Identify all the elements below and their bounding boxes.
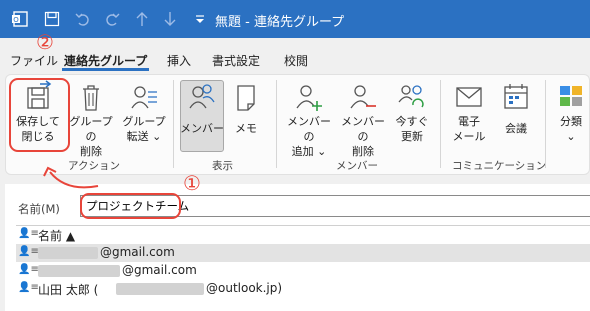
remove-member-label-1: メンバーの [341,115,385,143]
categorize-label-1: 分類 [560,115,582,128]
member-row[interactable]: 👤≡ @gmail.com [16,262,590,280]
member-row[interactable]: 👤≡ 山田 太郎 ( @outlook.jp) [16,280,590,298]
delete-group-label-1: グループの [69,115,113,143]
ribbon-separator [545,80,546,168]
member-row[interactable]: 👤≡ @gmail.com [16,244,590,262]
members-label: メンバー [180,122,224,135]
mail-icon [456,87,482,107]
meeting-label: 会議 [505,122,527,135]
update-now-icon [398,85,424,108]
contact-card-icon: 👤≡ [18,228,39,239]
add-member-label-2: 追加 ⌄ [291,145,327,158]
member-list-header[interactable]: 👤≡ 名前 ▲ [16,225,590,245]
ribbon-separator [173,80,174,168]
menu-review[interactable]: 校閲 [284,52,308,69]
member-email-redacted [116,283,204,295]
remove-member-label-2: 削除 [352,145,374,158]
add-member-icon [296,85,322,111]
forward-group-label-1: グループ [122,115,166,128]
meeting-button[interactable]: 会議 [494,80,538,136]
outlook-icon[interactable]: O [10,9,30,29]
remove-member-icon [350,85,376,109]
delete-group-button[interactable]: グループの 削除 [64,80,118,159]
group-label-view: 表示 [212,160,233,172]
update-now-button[interactable]: 今すぐ 更新 [390,80,434,144]
members-button[interactable]: メンバー [180,80,224,136]
menu-contact-group[interactable]: 連絡先グループ [64,52,147,69]
email-label-1: 電子 [458,115,480,128]
title-bar: O 無題 - 連絡先グループ [0,0,590,38]
member-email-redacted [38,247,98,259]
delete-group-label-2: 削除 [80,145,102,158]
annotation-arrow [43,166,99,189]
add-member-button[interactable]: メンバーの 追加 ⌄ [282,80,336,159]
window-title: 無題 - 連絡先グループ [215,15,345,30]
member-name: 山田 太郎 ( [38,283,99,297]
contact-icon: 👤≡ [18,246,39,257]
member-email-suffix: @outlook.jp) [206,281,283,295]
menu-file[interactable]: ファイル [10,52,58,69]
save-icon[interactable] [42,9,62,29]
active-tab-indicator [62,68,149,71]
name-label: 名前(M) [18,202,60,216]
ribbon-separator [276,80,277,168]
annotation-box-save-close [9,78,70,152]
arrow-up-icon[interactable] [132,9,152,29]
member-email-suffix: @gmail.com [100,245,175,259]
email-button[interactable]: 電子 メール [446,80,492,144]
ribbon-separator [440,80,441,168]
arrow-down-icon[interactable] [160,9,180,29]
memo-icon [237,85,255,111]
svg-text:O: O [13,16,19,24]
update-now-label-2: 更新 [401,130,423,143]
email-label-2: メール [452,130,486,143]
menu-format[interactable]: 書式設定 [212,52,260,69]
group-label-communication: コミュニケーション [452,160,547,172]
members-icon [189,84,215,109]
group-label-members: メンバー [336,160,378,172]
annotation-number-two: ② [36,30,54,54]
update-now-label-1: 今すぐ [395,115,429,128]
memo-label: メモ [235,122,257,135]
forward-group-button[interactable]: グループ 転送 ⌄ [119,80,169,144]
annotation-number-one: ① [183,171,201,195]
menu-bar: ファイル 連絡先グループ 挿入 書式設定 校閲 [0,38,590,72]
forward-group-label-2: 転送 ⌄ [126,130,162,143]
undo-icon[interactable] [73,9,93,29]
redo-icon[interactable] [102,9,122,29]
add-member-label-1: メンバーの [287,115,331,143]
categorize-icon [560,86,582,106]
contact-icon: 👤≡ [18,264,39,275]
categorize-button[interactable]: 分類 ⌄ [552,80,590,144]
remove-member-button[interactable]: メンバーの 削除 [336,80,390,159]
customize-toolbar-icon[interactable] [190,9,210,29]
name-column-header[interactable]: 名前 ▲ [38,227,75,244]
categorize-label-2: ⌄ [566,130,576,143]
menu-insert[interactable]: 挿入 [167,52,191,69]
contact-icon: 👤≡ [18,282,39,293]
trash-icon [83,85,99,111]
memo-button[interactable]: メモ [226,80,266,136]
member-email-suffix: @gmail.com [122,263,197,277]
forward-group-icon [131,86,157,109]
calendar-icon [504,84,528,109]
member-email-redacted [38,265,120,277]
